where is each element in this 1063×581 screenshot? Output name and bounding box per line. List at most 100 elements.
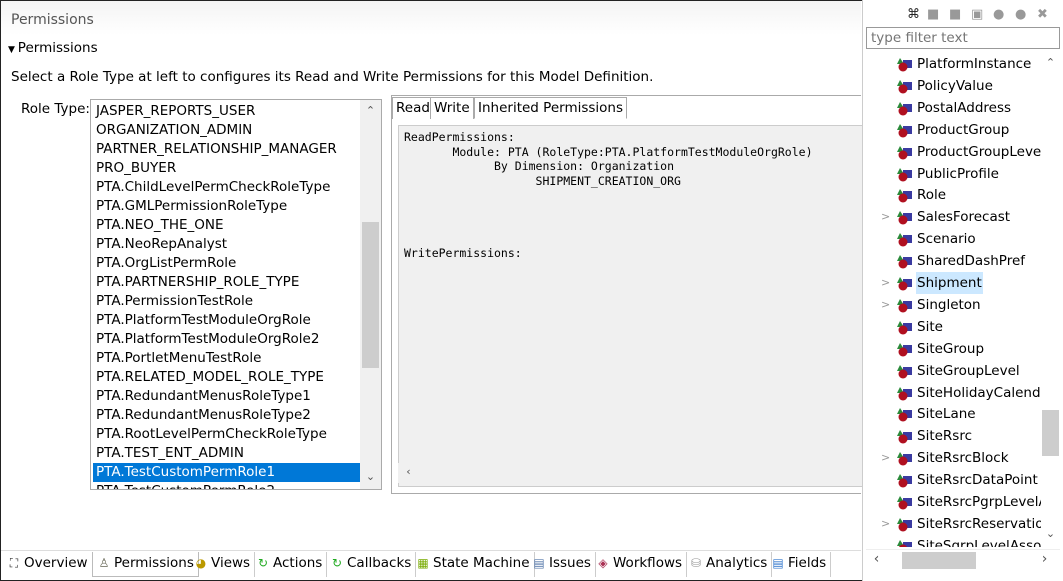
copy-icon[interactable]: ▣: [971, 7, 983, 22]
tree-item-label: ProductGroup: [917, 121, 1010, 138]
tree-item[interactable]: PlatformInstance: [863, 53, 1041, 75]
scroll-left-icon[interactable]: ‹: [400, 465, 417, 478]
tree-item[interactable]: SiteSgrpLevelAssoc: [863, 535, 1041, 547]
role-type-item[interactable]: PTA.RedundantMenusRoleType2: [93, 406, 360, 425]
scrollbar-thumb[interactable]: [1042, 410, 1059, 456]
tree-item[interactable]: > SiteRsrcBlock: [863, 447, 1041, 469]
role-type-item[interactable]: PTA.TestCustomPermRole2: [93, 482, 360, 489]
tab-permissions[interactable]: ♙ Permissions: [92, 552, 199, 577]
entity-icon: [897, 123, 913, 138]
role-type-item[interactable]: PTA.ChildLevelPermCheckRoleType: [93, 178, 360, 197]
role-type-item[interactable]: PTA.GMLPermissionRoleType: [93, 197, 360, 216]
tree-horizontal-scrollbar[interactable]: ‹ ›: [866, 549, 1060, 570]
role-type-item[interactable]: PARTNER_RELATIONSHIP_MANAGER: [93, 140, 360, 159]
tab-write[interactable]: Write: [430, 97, 474, 119]
role-type-item[interactable]: PTA.TEST_ENT_ADMIN: [93, 444, 360, 463]
tree-item[interactable]: > SiteRsrcReservation: [863, 513, 1041, 535]
tree-vertical-scrollbar[interactable]: ⌃ ⌄: [1041, 52, 1060, 547]
tree-item[interactable]: Scenario: [863, 228, 1041, 250]
role-type-item[interactable]: PTA.OrgListPermRole: [93, 254, 360, 273]
tab-overview[interactable]: ⛶ Overview: [3, 552, 93, 577]
role-type-item[interactable]: PTA.NEO_THE_ONE: [93, 216, 360, 235]
role-type-item[interactable]: JASPER_REPORTS_USER: [93, 102, 360, 121]
tree-item-label: SiteRsrc: [917, 428, 973, 445]
scroll-down-icon[interactable]: ⌄: [1042, 527, 1059, 540]
chevron-right-icon[interactable]: >: [881, 447, 890, 469]
tree-item[interactable]: Site: [863, 316, 1041, 338]
tree-item[interactable]: PostalAddress: [863, 97, 1041, 119]
tab-read[interactable]: Read: [392, 97, 434, 119]
tree-item[interactable]: SiteRsrc: [863, 425, 1041, 447]
role-type-label: Role Type:: [21, 101, 90, 117]
tree-item[interactable]: SiteHolidayCalendar: [863, 382, 1041, 404]
chevron-right-icon[interactable]: >: [881, 206, 890, 228]
text-horizontal-scrollbar[interactable]: ‹: [398, 463, 862, 483]
refresh-icon[interactable]: ●: [993, 7, 1004, 22]
tree-item-label: SiteRsrcBlock: [917, 450, 1009, 467]
scroll-left-icon[interactable]: ‹: [868, 551, 885, 567]
role-type-item[interactable]: PTA.PlatformTestModuleOrgRole2: [93, 330, 360, 349]
forward-icon[interactable]: ■: [949, 7, 961, 22]
tree-item-label: PlatformInstance: [917, 56, 1032, 72]
tab-callbacks[interactable]: ↻ Callbacks: [326, 552, 417, 577]
filter-input[interactable]: [866, 27, 1060, 49]
scroll-up-icon[interactable]: ⌃: [362, 104, 379, 117]
section-header[interactable]: ▼ Permissions: [8, 40, 98, 56]
role-type-item[interactable]: PTA.PortletMenuTestRole: [93, 349, 360, 368]
tree-item[interactable]: Role: [863, 184, 1041, 206]
tree-item[interactable]: > Singleton: [863, 294, 1041, 316]
chevron-right-icon[interactable]: >: [881, 513, 890, 535]
tree-item[interactable]: SiteGroupLevel: [863, 360, 1041, 382]
tree-item[interactable]: SiteLane: [863, 403, 1041, 425]
entity-icon: [897, 298, 913, 313]
tree-item[interactable]: PublicProfile: [863, 163, 1041, 185]
close-icon[interactable]: ✖: [1037, 7, 1048, 22]
role-type-item[interactable]: PTA.PlatformTestModuleOrgRole: [93, 311, 360, 330]
chevron-right-icon[interactable]: >: [881, 272, 890, 294]
scroll-right-icon[interactable]: ›: [1036, 551, 1053, 567]
tree-item[interactable]: SharedDashPref: [863, 250, 1041, 272]
tab-state-machine[interactable]: ▦ State Machine: [412, 552, 535, 577]
entity-icon: [897, 210, 913, 225]
sync-icon[interactable]: ●: [1015, 7, 1026, 22]
role-type-item[interactable]: PTA.RELATED_MODEL_ROLE_TYPE: [93, 368, 360, 387]
chevron-right-icon[interactable]: >: [881, 294, 890, 316]
tab-fields[interactable]: ▤ Fields: [767, 552, 832, 577]
tree-item-label: SiteSgrpLevelAssoc: [917, 537, 1041, 547]
role-type-item[interactable]: PTA.NeoRepAnalyst: [93, 235, 360, 254]
role-type-item[interactable]: PTA.RedundantMenusRoleType1: [93, 387, 360, 406]
scroll-up-icon[interactable]: ⌃: [1042, 56, 1059, 69]
scroll-down-icon[interactable]: ⌄: [362, 470, 379, 483]
entity-icon: [897, 57, 913, 72]
role-type-list[interactable]: JASPER_REPORTS_USER ORGANIZATION_ADMIN PAR…: [90, 99, 382, 490]
entity-icon: [897, 451, 913, 466]
tab-inherited-permissions[interactable]: Inherited Permissions: [474, 97, 628, 119]
role-type-item[interactable]: PTA.TestCustomPermRole1: [93, 463, 360, 482]
scrollbar-thumb[interactable]: [902, 552, 976, 569]
tree-item[interactable]: PolicyValue: [863, 75, 1041, 97]
role-type-item[interactable]: PTA.PermissionTestRole: [93, 292, 360, 311]
role-type-item[interactable]: PTA.RootLevelPermCheckRoleType: [93, 425, 360, 444]
tree-item[interactable]: SiteGroup: [863, 338, 1041, 360]
tree-item[interactable]: ProductGroup: [863, 119, 1041, 141]
tree-item[interactable]: SiteRsrcPgrpLevelAssoc: [863, 491, 1041, 513]
tab-views[interactable]: ◕ Views: [190, 552, 256, 577]
tab-workflows[interactable]: ◈ Workflows: [592, 552, 688, 577]
tree-item[interactable]: SiteRsrcDataPoint: [863, 469, 1041, 491]
tree-item[interactable]: > Shipment: [863, 272, 1041, 294]
tab-label: Callbacks: [347, 555, 412, 571]
role-type-item[interactable]: PRO_BUYER: [93, 159, 360, 178]
tree-item[interactable]: ProductGroupLevel: [863, 141, 1041, 163]
tab-issues[interactable]: ▤ Issues: [528, 552, 596, 577]
action-arrow-icon: ↻: [257, 556, 269, 570]
back-icon[interactable]: ■: [927, 7, 939, 22]
role-type-item[interactable]: ORGANIZATION_ADMIN: [93, 121, 360, 140]
collapse-all-icon[interactable]: ⌘: [907, 7, 920, 22]
tab-analytics[interactable]: ⛁ Analytics: [685, 552, 773, 577]
tab-actions[interactable]: ↻ Actions: [252, 552, 328, 577]
role-type-item[interactable]: PTA.PARTNERSHIP_ROLE_TYPE: [93, 273, 360, 292]
tree-item[interactable]: > SalesForecast: [863, 206, 1041, 228]
role-list-scrollbar[interactable]: ⌃ ⌄: [360, 100, 381, 489]
scrollbar-thumb[interactable]: [362, 222, 379, 368]
tree-item-label: PolicyValue: [917, 77, 993, 94]
